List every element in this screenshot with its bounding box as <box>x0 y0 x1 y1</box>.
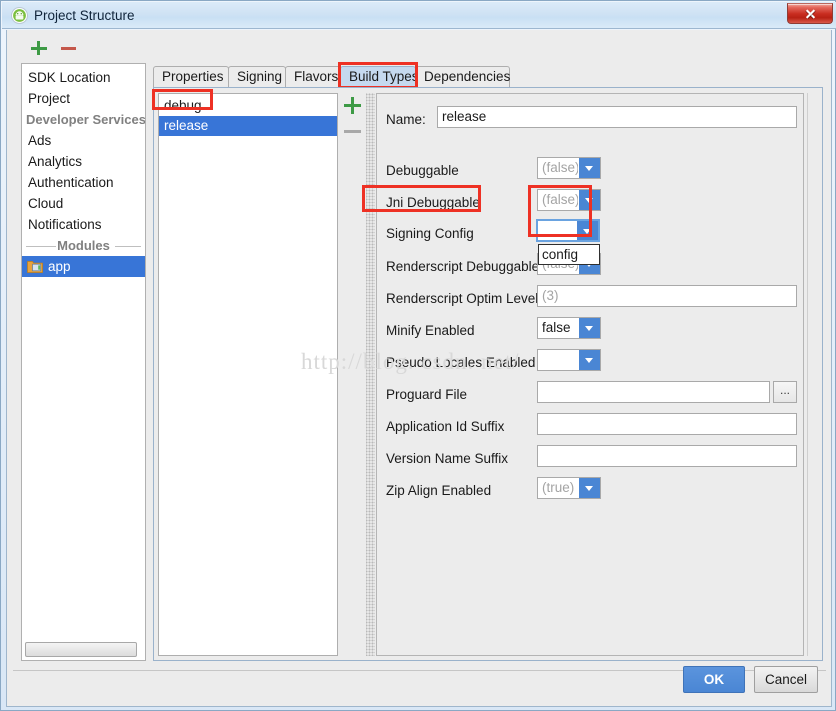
tab-label: Properties <box>162 69 224 84</box>
sidebar-horizontal-scrollbar[interactable] <box>25 642 137 657</box>
sidebar-list[interactable]: SDK Location Project Developer Services … <box>21 63 146 661</box>
sidebar-item-label: Notifications <box>28 217 102 232</box>
zip-align-enabled-label: Zip Align Enabled <box>386 483 492 498</box>
proguard-file-label: Proguard File <box>386 387 468 402</box>
list-item[interactable]: release <box>159 116 337 136</box>
pseudo-locales-enabled-label: Pseudo Locales Enabled <box>386 355 536 370</box>
sidebar-item-authentication[interactable]: Authentication <box>22 172 145 193</box>
group-rule-left <box>26 246 56 247</box>
tab-label: Flavors <box>294 69 339 84</box>
tab-build-types[interactable]: Build Types <box>340 66 419 88</box>
list-item-label: debug <box>164 98 202 113</box>
combo-option-label: config <box>542 247 579 262</box>
window-title: Project Structure <box>34 8 135 23</box>
tab-dependencies[interactable]: Dependencies <box>415 66 510 88</box>
combo-value: false <box>542 320 571 335</box>
name-label: Name: <box>386 112 426 127</box>
screenshot-root: Project Structure SDK Location Project D… <box>0 0 836 711</box>
debuggable-label: Debuggable <box>386 163 459 178</box>
sidebar-item-label: Project <box>28 91 71 106</box>
add-build-type-icon[interactable] <box>343 96 362 115</box>
sidebar-toolbar <box>16 36 146 62</box>
zip-align-enabled-combo[interactable]: (true) <box>537 477 601 499</box>
chevron-down-icon <box>577 221 598 240</box>
proguard-file-field[interactable] <box>537 381 770 403</box>
sidebar-group-developer-services: Developer Services <box>22 109 145 130</box>
sidebar-item-project[interactable]: Project <box>22 88 145 109</box>
tab-label: Build Types <box>349 69 419 84</box>
sidebar-item-label: Authentication <box>28 175 114 190</box>
list-item-label: release <box>164 118 209 133</box>
sidebar-item-label: SDK Location <box>28 70 111 85</box>
proguard-file-browse-button[interactable]: ... <box>773 381 797 403</box>
jni-debuggable-combo[interactable]: (false) <box>537 189 601 211</box>
signing-config-combo[interactable] <box>536 219 600 242</box>
version-name-suffix-field[interactable] <box>537 445 797 467</box>
version-name-suffix-label: Version Name Suffix <box>386 451 509 466</box>
jni-debuggable-label: Jni Debuggable <box>386 195 480 210</box>
form-scroll-gutter[interactable] <box>807 93 820 656</box>
build-type-list[interactable]: debug release <box>158 93 338 656</box>
chevron-down-icon <box>579 478 600 498</box>
build-type-form: Name: release Debuggable (false) Jni Deb… <box>376 93 804 656</box>
minify-enabled-label: Minify Enabled <box>386 323 475 338</box>
sidebar-item-label: app <box>48 259 71 274</box>
sidebar-item-analytics[interactable]: Analytics <box>22 151 145 172</box>
sidebar-item-notifications[interactable]: Notifications <box>22 214 145 235</box>
debuggable-combo[interactable]: (false) <box>537 157 601 179</box>
minify-enabled-combo[interactable]: false <box>537 317 601 339</box>
sidebar-item-label: Cloud <box>28 196 64 211</box>
sidebar-item-label: Ads <box>28 133 52 148</box>
ok-button[interactable]: OK <box>683 666 745 693</box>
build-type-list-toolbar <box>340 93 366 153</box>
chevron-down-icon <box>579 350 600 370</box>
sidebar-remove-icon[interactable] <box>60 39 78 57</box>
dialog-body: SDK Location Project Developer Services … <box>6 30 832 707</box>
list-item[interactable]: debug <box>159 96 337 116</box>
sidebar-group-label: Developer Services <box>26 112 146 127</box>
group-rule-right <box>115 246 141 247</box>
sidebar-group-label: Modules <box>57 238 110 253</box>
tab-bar: Properties Signing Flavors Build Types D… <box>153 64 823 88</box>
tab-properties[interactable]: Properties <box>153 66 229 88</box>
renderscript-debuggable-label: Renderscript Debuggable <box>386 259 540 274</box>
tab-label: Dependencies <box>424 69 511 84</box>
sidebar-add-icon[interactable] <box>30 39 48 57</box>
chevron-down-icon <box>579 190 600 210</box>
combo-value: (true) <box>542 480 575 495</box>
signing-config-option-config[interactable]: config <box>538 244 600 265</box>
sidebar-item-app[interactable]: app <box>22 256 145 277</box>
application-id-suffix-field[interactable] <box>537 413 797 435</box>
renderscript-optim-level-label: Renderscript Optim Level <box>386 291 539 306</box>
tab-label: Signing <box>237 69 283 84</box>
pseudo-locales-enabled-combo[interactable] <box>537 349 601 371</box>
sidebar-item-ads[interactable]: Ads <box>22 130 145 151</box>
tab-flavors[interactable]: Flavors <box>285 66 341 88</box>
application-id-suffix-label: Application Id Suffix <box>386 419 505 434</box>
module-folder-icon <box>27 259 43 274</box>
renderscript-optim-level-field[interactable]: (3) <box>537 285 797 307</box>
sidebar-item-cloud[interactable]: Cloud <box>22 193 145 214</box>
tab-signing[interactable]: Signing <box>228 66 286 88</box>
close-icon[interactable] <box>787 3 833 24</box>
android-robot-icon <box>11 7 28 24</box>
signing-config-label: Signing Config <box>386 226 474 241</box>
build-types-content-panel: debug release Name: release Debuggable (… <box>153 87 823 661</box>
window-titlebar: Project Structure <box>2 2 836 29</box>
sidebar-group-modules: Modules <box>22 235 145 256</box>
remove-build-type-icon[interactable] <box>343 122 362 141</box>
project-structure-window: Project Structure SDK Location Project D… <box>0 0 836 711</box>
sidebar-item-sdk-location[interactable]: SDK Location <box>22 67 145 88</box>
panel-splitter[interactable] <box>366 93 375 656</box>
sidebar-item-label: Analytics <box>28 154 83 169</box>
combo-value: (false) <box>542 192 578 207</box>
chevron-down-icon <box>579 318 600 338</box>
chevron-down-icon <box>579 158 600 178</box>
combo-value: (false) <box>542 160 578 175</box>
cancel-button[interactable]: Cancel <box>754 666 818 693</box>
name-field[interactable]: release <box>437 106 797 128</box>
